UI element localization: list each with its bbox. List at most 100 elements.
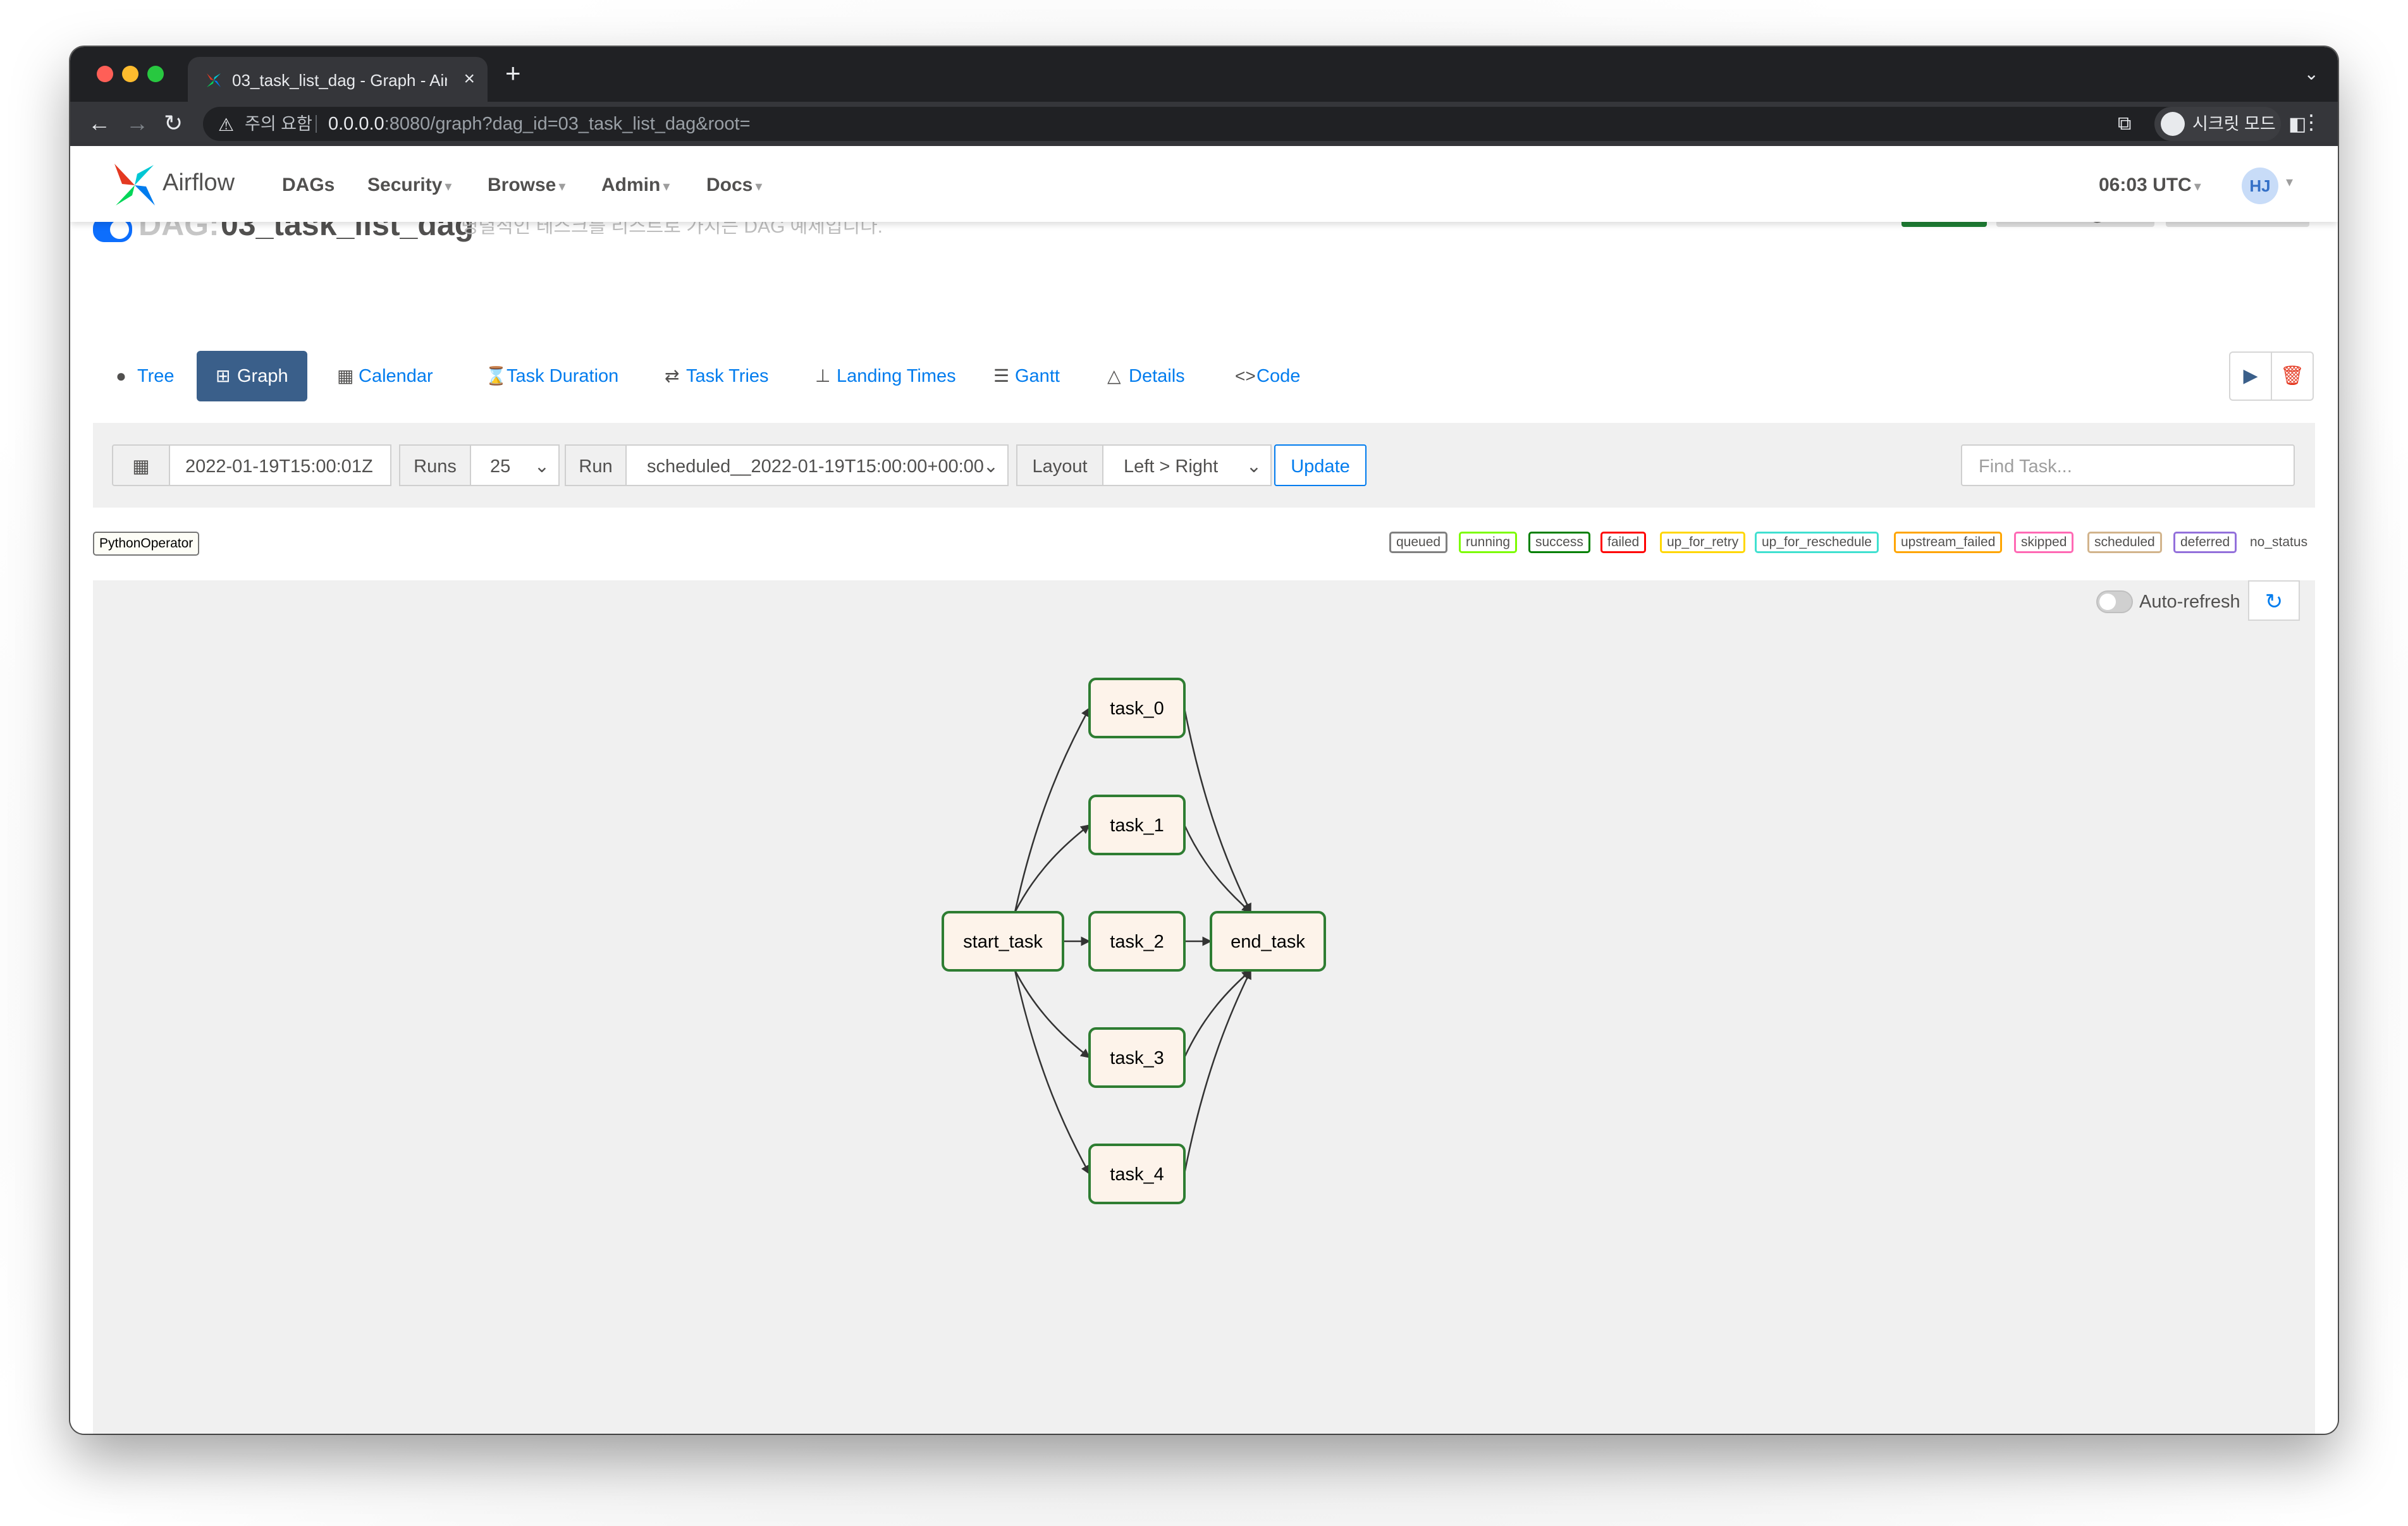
layout-label: Layout	[1016, 444, 1103, 486]
reload-icon[interactable]: ↻	[164, 111, 183, 136]
task-node-task_3[interactable]: task_3	[1088, 1027, 1186, 1088]
state-legend-no-status[interactable]: no_status	[2243, 532, 2315, 553]
tab-details[interactable]: △ Details	[1096, 351, 1196, 401]
url-host: 0.0.0.0	[328, 114, 384, 134]
chevron-down-icon: ▾	[445, 178, 452, 194]
task-node-end_task[interactable]: end_task	[1210, 911, 1326, 972]
incognito-icon	[2161, 112, 2185, 136]
tab-graph[interactable]: ⊞ Graph	[197, 351, 307, 401]
state-legend-running[interactable]: running	[1459, 532, 1518, 553]
chevron-down-icon: ▾	[2194, 178, 2201, 194]
task-node-start_task[interactable]: start_task	[942, 911, 1064, 972]
state-legend-success[interactable]: success	[1528, 532, 1590, 553]
chevron-down-icon: ⌄	[983, 456, 998, 477]
tab-task-duration[interactable]: ⌛Task Duration	[474, 351, 630, 401]
repeat-icon: ⇄	[665, 366, 680, 386]
tab-details-label: Details	[1129, 366, 1185, 386]
nav-docs-label: Docs	[706, 174, 753, 195]
minimize-window-button[interactable]	[122, 66, 138, 82]
page-content: DAG: 03_task_list_dag 병렬적인 테스크를 리스트로 가지는…	[70, 202, 2338, 1434]
nav-admin-label: Admin	[601, 174, 661, 195]
tree-icon: ●	[116, 366, 126, 386]
run-select[interactable]: scheduled__2022-01-19T15:00:00+00:00 ⌄	[625, 444, 1009, 486]
task-node-task_0[interactable]: task_0	[1088, 678, 1186, 738]
edge-task_4-end_task	[1183, 969, 1252, 1175]
user-avatar[interactable]: HJ	[2242, 168, 2278, 204]
chevron-down-icon[interactable]: ▾	[2286, 174, 2293, 190]
url-path: :8080/graph?dag_id=03_task_list_dag&root…	[384, 114, 751, 134]
graph-nodes: start_task task_0 task_1 task_2 task_3 task_4…	[942, 678, 1326, 1204]
utc-clock[interactable]: 06:03 UTC ▾	[2099, 174, 2201, 198]
task-node-task_2[interactable]: task_2	[1088, 911, 1186, 972]
state-legend-up-for-retry[interactable]: up_for_retry	[1660, 532, 1746, 553]
warning-triangle-icon: △	[1107, 366, 1121, 386]
runs-select[interactable]: 25 ⌄	[470, 444, 560, 486]
new-tab-button[interactable]: +	[505, 60, 521, 87]
maximize-window-button[interactable]	[147, 66, 164, 82]
nav-browse[interactable]: Browse ▾	[488, 174, 565, 198]
tab-tree[interactable]: ● Tree	[104, 351, 186, 401]
graph-filter-bar: ▦ 2022-01-19T15:00:01Z Runs 25 ⌄ Run sche…	[93, 423, 2315, 508]
nav-dags[interactable]: DAGs	[282, 174, 335, 197]
task-node-label: task_3	[1110, 1048, 1164, 1068]
run-label: Run	[565, 444, 627, 486]
security-warning-text: 주의 요함	[245, 114, 312, 133]
task-node-task_4[interactable]: task_4	[1088, 1144, 1186, 1204]
task-node-task_1[interactable]: task_1	[1088, 795, 1186, 855]
state-legend-upstream-failed[interactable]: upstream_failed	[1894, 532, 2003, 553]
close-window-button[interactable]	[97, 66, 113, 82]
task-node-label: task_1	[1110, 815, 1164, 836]
tab-code[interactable]: <>Code	[1224, 351, 1312, 401]
dag-graph-svg: start_task task_0 task_1 task_2 task_3 task_4…	[942, 678, 1326, 1204]
airflow-favicon-icon	[207, 73, 221, 87]
tab-graph-label: Graph	[237, 366, 288, 386]
layout-select[interactable]: Left > Right ⌄	[1102, 444, 1272, 486]
tab-code-label: Code	[1256, 366, 1301, 386]
runs-select-value: 25	[490, 456, 511, 477]
graph-icon: ⊞	[216, 366, 231, 386]
tab-calendar-label: Calendar	[359, 366, 433, 386]
calendar-picker-button[interactable]: ▦	[112, 444, 170, 486]
update-button[interactable]: Update	[1274, 444, 1367, 486]
edge-start_task-task_4	[1014, 970, 1091, 1175]
tab-calendar[interactable]: ▦ Calendar	[326, 351, 445, 401]
translate-icon[interactable]: ⧉	[2118, 113, 2131, 135]
state-legend-skipped[interactable]: skipped	[2014, 532, 2074, 553]
tab-task-tries-label: Task Tries	[686, 366, 769, 386]
delete-dag-button[interactable]: 🗑	[2271, 351, 2314, 401]
find-task-input[interactable]: Find Task...	[1961, 444, 2295, 486]
address-bar[interactable]: ⚠ 주의 요함 0.0.0.0:8080/graph?dag_id=03_tas…	[203, 107, 2257, 141]
state-legend-up-for-reschedule[interactable]: up_for_reschedule	[1755, 532, 1879, 553]
tab-close-icon[interactable]: ×	[464, 68, 475, 90]
nav-admin[interactable]: Admin ▾	[601, 174, 670, 198]
warning-icon: ⚠	[218, 115, 235, 135]
state-legend-queued[interactable]: queued	[1389, 532, 1448, 553]
incognito-badge[interactable]: 시크릿 모드	[2154, 107, 2281, 141]
trigger-dag-button[interactable]: ▶	[2229, 351, 2272, 401]
base-date-input[interactable]: 2022-01-19T15:00:01Z	[169, 444, 391, 486]
tab-task-tries[interactable]: ⇄ Task Tries	[653, 351, 780, 401]
code-icon: <>	[1235, 366, 1256, 386]
tab-gantt-label: Gantt	[1015, 366, 1060, 386]
runs-label: Runs	[399, 444, 471, 486]
back-arrow-icon[interactable]: ←	[88, 111, 111, 136]
tab-landing-times[interactable]: ⊥ Landing Times	[804, 351, 968, 401]
browser-menu-icon[interactable]: ⋮	[2301, 110, 2321, 134]
forward-arrow-icon[interactable]: →	[126, 111, 149, 136]
nav-security[interactable]: Security ▾	[367, 174, 452, 198]
task-node-label: task_2	[1110, 932, 1164, 952]
airflow-logo-icon[interactable]	[109, 159, 160, 209]
task-node-label: task_4	[1110, 1164, 1164, 1185]
state-legend-failed[interactable]: failed	[1600, 532, 1647, 553]
dag-graph-canvas: Auto-refresh ↻ start_task task_0 task_1 tas…	[93, 580, 2315, 1434]
omnibox-divider	[316, 115, 317, 133]
operator-legend-pythonoperator[interactable]: PythonOperator	[93, 532, 200, 556]
tab-task-duration-label: Task Duration	[507, 366, 619, 386]
tab-gantt[interactable]: ☰ Gantt	[982, 351, 1071, 401]
state-legend-scheduled[interactable]: scheduled	[2087, 532, 2162, 553]
browser-tab-active[interactable]: 03_task_list_dag - Graph - Airflow ×	[188, 57, 488, 102]
state-legend-deferred[interactable]: deferred	[2173, 532, 2237, 553]
nav-docs[interactable]: Docs ▾	[706, 174, 762, 198]
chevron-down-icon: ▾	[755, 178, 763, 194]
tab-search-icon[interactable]: ⌄	[2304, 63, 2319, 84]
